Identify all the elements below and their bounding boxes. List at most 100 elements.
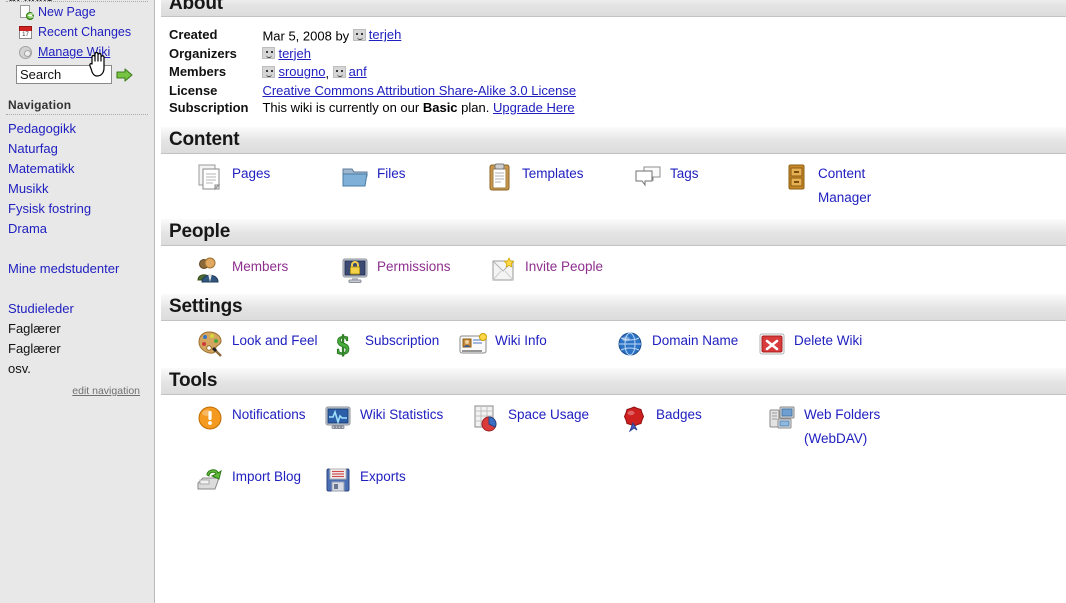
tools-item-web-folders[interactable]: Web Folders (WebDAV)	[767, 403, 880, 451]
tools-item-web-folders-label2: (WebDAV)	[804, 430, 868, 446]
sidebar-action-recent-changes-link[interactable]: Recent Changes	[38, 25, 131, 39]
user-chip-srougno[interactable]: srougno	[262, 64, 325, 79]
sidebar-item-matematikk[interactable]: Matematikk	[6, 159, 148, 179]
license-link[interactable]: Creative Commons Attribution Share-Alike…	[262, 83, 576, 98]
member-user-link-2[interactable]: anf	[349, 64, 367, 79]
tools-item-badges-label: Badges	[656, 406, 702, 422]
globe-icon	[615, 329, 645, 359]
user-chip-terjeh[interactable]: terjeh	[352, 27, 402, 42]
clipboard-icon	[485, 162, 515, 192]
subscription-text-a: This wiki is currently on our	[262, 99, 423, 115]
settings-item-delete-wiki[interactable]: Delete Wiki	[757, 329, 862, 359]
people-item-permissions[interactable]: Permissions	[340, 255, 488, 285]
user-chip-organizer-terjeh[interactable]: terjeh	[262, 46, 311, 61]
content-item-files-label: Files	[377, 165, 406, 181]
tools-item-web-folders-label: Web Folders	[804, 406, 881, 422]
edit-navigation[interactable]: edit navigation	[6, 381, 148, 399]
sidebar-text-faglaerer-2: Faglærer	[8, 341, 61, 356]
search-input[interactable]	[16, 65, 112, 84]
floppy-disk-icon	[323, 465, 353, 495]
tools-icon-row-1: Notifications Wiki Statistics Space Usag…	[161, 395, 1066, 451]
tools-item-wiki-statistics-label: Wiki Statistics	[360, 406, 444, 422]
settings-item-domain-name-label: Domain Name	[652, 332, 739, 348]
content-item-templates[interactable]: Templates	[485, 162, 633, 192]
sidebar-item-pedagogikk[interactable]: Pedagogikk	[6, 119, 148, 139]
sidebar-item-drama[interactable]: Drama	[6, 219, 148, 239]
server-network-icon	[767, 403, 797, 433]
tools-item-badges[interactable]: Badges	[619, 403, 767, 433]
sidebar-item-naturfag[interactable]: Naturfag	[6, 139, 148, 159]
about-value-organizers: terjeh	[262, 45, 576, 64]
people-item-invite-people[interactable]: Invite People	[488, 255, 603, 285]
sidebar-item-fysisk-fostring[interactable]: Fysisk fostring	[6, 199, 148, 219]
sidebar-action-new-page[interactable]: New Page	[6, 2, 148, 22]
settings-item-look-and-feel[interactable]: Look and Feel	[195, 329, 328, 359]
created-by-user-link[interactable]: terjeh	[369, 27, 402, 42]
people-item-permissions-label: Permissions	[377, 258, 451, 274]
file-cabinet-icon	[781, 162, 811, 192]
content-item-templates-label: Templates	[522, 165, 584, 181]
tools-item-exports[interactable]: Exports	[323, 465, 406, 495]
content-item-pages-label: Pages	[232, 165, 271, 181]
organizer-user-link[interactable]: terjeh	[278, 46, 311, 61]
avatar-face-icon	[262, 47, 276, 59]
tags-speech-bubbles-icon	[633, 162, 663, 192]
user-chip-anf[interactable]: anf	[332, 64, 367, 79]
about-row-organizers: Organizers terjeh	[169, 45, 576, 64]
people-group-icon	[195, 255, 225, 285]
settings-item-delete-wiki-label: Delete Wiki	[794, 332, 863, 348]
tools-section-title: Tools	[169, 369, 218, 391]
about-label-license: License	[169, 82, 218, 98]
settings-item-wiki-info[interactable]: Wiki Info	[458, 329, 615, 359]
content-manager-labels: Content Manager	[818, 162, 871, 210]
tools-item-space-usage[interactable]: Space Usage	[471, 403, 619, 433]
settings-item-domain-name[interactable]: Domain Name	[615, 329, 757, 359]
sidebar-action-manage-wiki[interactable]: Manage Wiki	[6, 42, 148, 62]
sidebar-action-manage-wiki-link[interactable]: Manage Wiki	[38, 45, 110, 59]
content-item-content-manager-label2: Manager	[818, 189, 872, 205]
id-card-icon	[458, 329, 488, 359]
sidebar-nav-list: Pedagogikk Naturfag Matematikk Musikk Fy…	[6, 119, 148, 379]
content-item-files[interactable]: Files	[340, 162, 485, 192]
sidebar-item-studieleder[interactable]: Studieleder	[6, 299, 148, 319]
content-icon-row: Pages Files Templates Tags Content Manag…	[161, 154, 1066, 210]
about-row-members: Members srougno, anf	[169, 63, 576, 82]
people-item-members[interactable]: Members	[195, 255, 340, 285]
sidebar: Actions New Page 17 Recent Changes Manag…	[0, 0, 155, 603]
tools-item-space-usage-label: Space Usage	[508, 406, 590, 422]
calendar-icon: 17	[18, 25, 33, 40]
svg-text:$: $	[337, 331, 350, 359]
tools-item-wiki-statistics[interactable]: Wiki Statistics	[323, 403, 471, 433]
sidebar-item-musikk[interactable]: Musikk	[6, 179, 148, 199]
subscription-text-b: plan.	[457, 99, 493, 115]
people-icon-row: Members Permissions Invite People	[161, 246, 1066, 285]
sidebar-item-mine-medstudenter[interactable]: Mine medstudenter	[6, 259, 148, 279]
about-value-created: Mar 5, 2008 by terjeh	[262, 26, 576, 45]
import-arrow-icon	[195, 465, 225, 495]
sidebar-action-recent-changes[interactable]: 17 Recent Changes	[6, 22, 148, 42]
tools-item-import-blog[interactable]: Import Blog	[195, 465, 323, 495]
avatar-face-icon	[352, 28, 366, 41]
tools-item-notifications[interactable]: Notifications	[195, 403, 323, 433]
created-date-text: Mar 5, 2008 by	[262, 28, 353, 44]
content-item-pages[interactable]: Pages	[195, 162, 340, 192]
calendar-day-number: 17	[22, 31, 29, 38]
monitor-pulse-icon	[323, 403, 353, 433]
about-details-table: Created Mar 5, 2008 by terjeh Organizers…	[169, 26, 576, 116]
upgrade-here-link[interactable]: Upgrade Here	[493, 100, 575, 115]
member-separator: ,	[325, 65, 333, 81]
people-item-members-label: Members	[232, 258, 289, 274]
about-value-members: srougno, anf	[262, 63, 576, 82]
search-go-icon[interactable]	[116, 67, 133, 82]
folder-icon	[340, 162, 370, 192]
edit-navigation-link[interactable]: edit navigation	[72, 385, 140, 397]
dollar-sign-icon: $	[328, 329, 358, 359]
member-user-link-1[interactable]: srougno	[278, 64, 325, 79]
sidebar-action-new-page-link[interactable]: New Page	[38, 5, 96, 19]
sidebar-navigation-heading: Navigation	[6, 96, 148, 115]
settings-item-subscription[interactable]: $ Subscription	[328, 329, 458, 359]
about-section-header: About	[161, 0, 1066, 17]
content-item-content-manager[interactable]: Content Manager	[781, 162, 871, 210]
content-item-tags[interactable]: Tags	[633, 162, 781, 192]
